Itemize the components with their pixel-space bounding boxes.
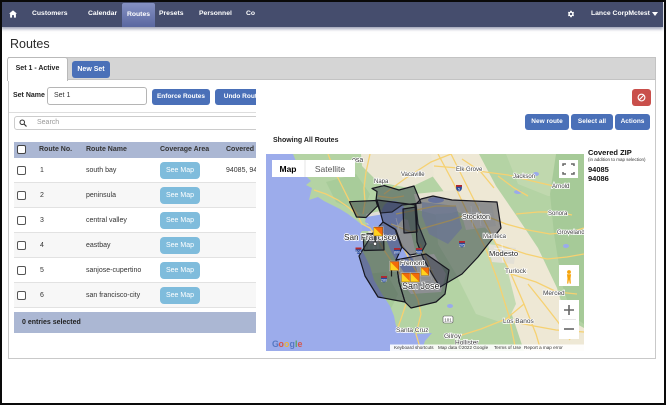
svg-text:Modesto: Modesto [489,249,518,258]
svg-text:280: 280 [381,278,387,282]
svg-text:Fremont: Fremont [400,260,424,267]
svg-text:Napa: Napa [374,179,389,185]
svg-text:101: 101 [356,250,362,254]
svg-text:101: 101 [444,317,452,322]
svg-text:205: 205 [459,243,465,247]
svg-text:Sonora: Sonora [548,211,568,217]
svg-text:Los Banos: Los Banos [503,318,534,325]
svg-text:Manteca: Manteca [483,234,507,240]
svg-text:Map: Map [280,164,297,174]
svg-text:Jackson: Jackson [513,174,535,180]
svg-text:Elk Grove: Elk Grove [456,167,483,173]
svg-text:Terms of Use: Terms of Use [494,345,522,350]
svg-text:Keyboard shortcuts: Keyboard shortcuts [394,345,434,350]
svg-text:Report a map error: Report a map error [524,345,563,350]
svg-text:Arnold: Arnold [552,184,569,190]
svg-text:Stockton: Stockton [462,212,490,221]
svg-text:Turlock: Turlock [505,268,527,275]
svg-text:Santa Cruz: Santa Cruz [396,327,429,334]
svg-text:5: 5 [458,187,460,191]
svg-text:Vacaville: Vacaville [401,172,425,178]
svg-text:Hollister: Hollister [455,340,479,347]
svg-text:Merced: Merced [543,290,565,297]
svg-text:Satellite: Satellite [315,164,346,174]
svg-text:880: 880 [394,250,400,254]
svg-text:e: e [298,339,303,349]
svg-text:San Francisco: San Francisco [344,233,397,242]
svg-text:580: 580 [416,250,422,254]
svg-text:Groveland: Groveland [557,230,584,236]
